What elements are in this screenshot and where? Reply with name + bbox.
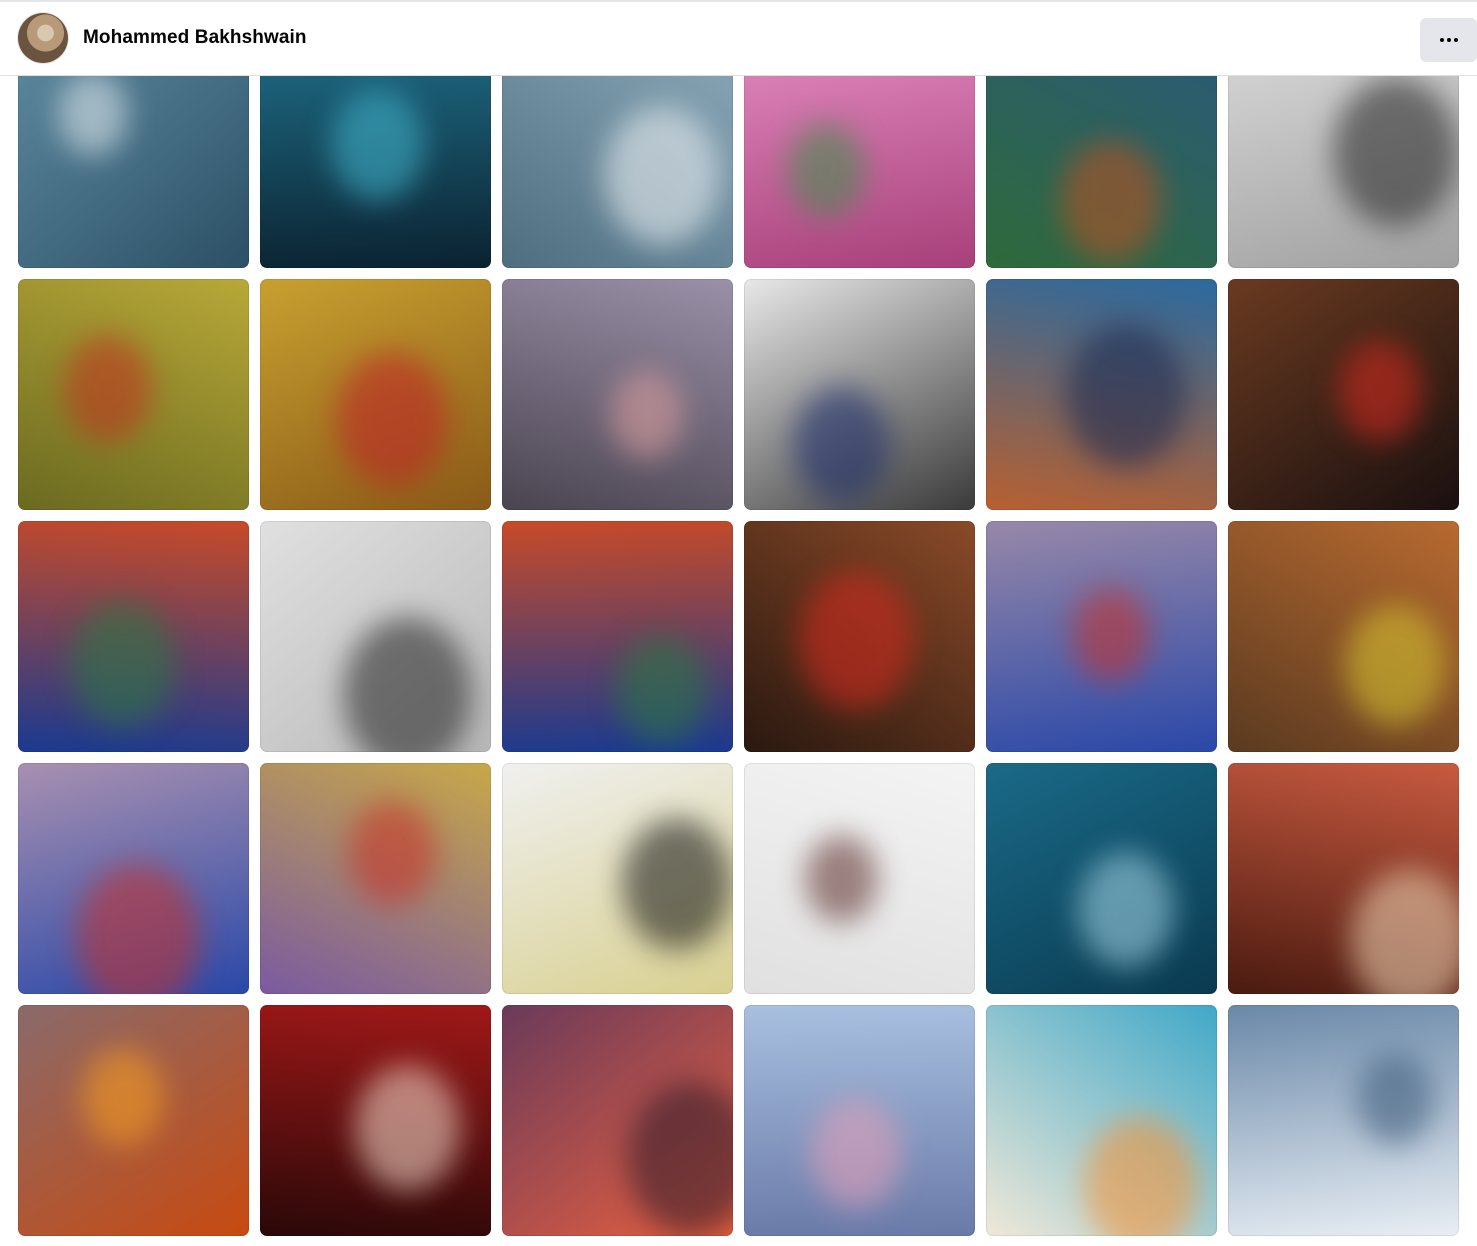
photo-grid xyxy=(18,37,1459,1236)
photo-thumbnail-abstract-red-hat-face[interactable] xyxy=(502,521,733,752)
photo-thumbnail-line-drawing-face[interactable] xyxy=(502,763,733,994)
photo-accent xyxy=(1072,588,1150,682)
photo-accent xyxy=(349,801,436,906)
photo-accent xyxy=(610,370,684,459)
photo-accent xyxy=(355,1065,460,1191)
photo-thumbnail-ocean-wave-barrel[interactable] xyxy=(986,763,1217,994)
photo-accent xyxy=(1345,605,1446,727)
photo-thumbnail-abstract-colorful-figure[interactable] xyxy=(18,763,249,994)
photo-accent xyxy=(787,123,866,218)
photo-accent xyxy=(58,72,128,156)
avatar[interactable] xyxy=(18,13,68,63)
photo-thumbnail-ink-face-grey[interactable] xyxy=(744,279,975,510)
photo-thumbnail-red-sunset[interactable] xyxy=(260,1005,491,1236)
photo-accent xyxy=(811,1099,902,1209)
photo-thumbnail-artist-with-painting[interactable] xyxy=(744,763,975,994)
photo-accent xyxy=(331,89,424,201)
photo-accent xyxy=(76,864,200,994)
photo-accent xyxy=(64,336,152,442)
photo-accent xyxy=(799,571,914,709)
photo-thumbnail-abstract-woman-face[interactable] xyxy=(260,763,491,994)
photo-accent xyxy=(1351,869,1459,994)
photo-thumbnail-turban-man-portrait[interactable] xyxy=(1228,279,1459,510)
photo-accent xyxy=(1084,1116,1198,1236)
photo-thumbnail-ink-face-purple[interactable] xyxy=(502,279,733,510)
photo-accent xyxy=(343,617,472,752)
photo-accent xyxy=(1060,140,1162,263)
photo-accent xyxy=(1333,77,1458,227)
photo-thumbnail-sunset-over-sea[interactable] xyxy=(18,1005,249,1236)
more-options-button[interactable] xyxy=(1420,18,1477,62)
photo-accent xyxy=(622,818,732,950)
photo-accent xyxy=(604,106,720,246)
photo-thumbnail-expressive-face-yellow[interactable] xyxy=(18,279,249,510)
photo-thumbnail-seagulls-stormy-sea[interactable] xyxy=(1228,1005,1459,1236)
photo-accent xyxy=(805,835,878,923)
photo-thumbnail-abstract-red-hat-face[interactable] xyxy=(18,521,249,752)
photo-accent xyxy=(1066,324,1186,468)
photo-thumbnail-red-hair-portrait[interactable] xyxy=(986,279,1217,510)
photo-thumbnail-abstract-yellow-red-figure[interactable] xyxy=(1228,521,1459,752)
profile-name[interactable]: Mohammed Bakhshwain xyxy=(83,27,307,49)
profile-header: Mohammed Bakhshwain xyxy=(0,0,1477,76)
photo-accent xyxy=(1078,852,1174,968)
photo-accent xyxy=(82,1048,164,1147)
photo-accent xyxy=(337,353,448,487)
photo-accent xyxy=(70,600,176,728)
photo-thumbnail-moon-over-lake[interactable] xyxy=(1228,763,1459,994)
photo-accent xyxy=(628,1082,733,1236)
photo-accent xyxy=(616,634,708,745)
photo-accent xyxy=(793,387,890,504)
photo-thumbnail-abstract-colorful-figure[interactable] xyxy=(986,521,1217,752)
photo-thumbnail-turban-man-portrait[interactable] xyxy=(744,521,975,752)
photo-thumbnail-woman-portrait-gold[interactable] xyxy=(260,279,491,510)
photo-thumbnail-pencil-face-sketch[interactable] xyxy=(260,521,491,752)
more-horizontal-dots-icon xyxy=(1439,38,1458,42)
photo-accent xyxy=(1339,341,1422,441)
photo-thumbnail-turquoise-wave[interactable] xyxy=(986,1005,1217,1236)
photo-thumbnail-pastel-clouds-beach[interactable] xyxy=(744,1005,975,1236)
photo-accent xyxy=(1357,1053,1434,1146)
photo-thumbnail-sunset-shore-rocks[interactable] xyxy=(502,1005,733,1236)
